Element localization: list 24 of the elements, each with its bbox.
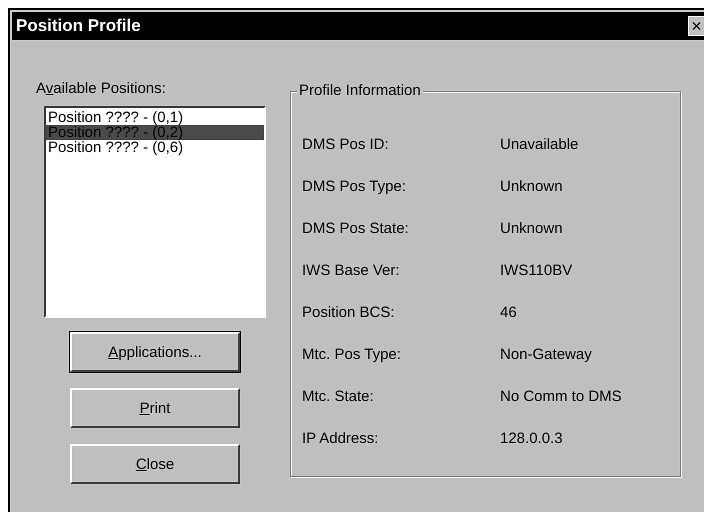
dialog-button[interactable]: Print xyxy=(70,388,240,428)
field-value: Unknown xyxy=(500,178,563,196)
field-label: Position BCS: xyxy=(302,304,396,322)
window-title: Position Profile xyxy=(15,16,141,36)
field-value: No Comm to DMS xyxy=(500,388,622,406)
field-label: DMS Pos ID: xyxy=(302,136,390,154)
list-item[interactable]: Position ???? - (0,6) xyxy=(46,140,264,155)
dialog-button[interactable]: Close xyxy=(70,444,240,484)
close-button[interactable]: × xyxy=(688,16,704,36)
field-label: DMS Pos Type: xyxy=(302,178,407,196)
field-value: 128.0.0.3 xyxy=(500,430,563,448)
field-value: 46 xyxy=(500,304,517,322)
field-label: Mtc. State: xyxy=(302,388,375,406)
field-value: IWS110BV xyxy=(500,262,572,280)
field-label: Mtc. Pos Type: xyxy=(302,346,402,364)
field-value: Unknown xyxy=(500,220,563,238)
field-label: IWS Base Ver: xyxy=(302,262,401,280)
list-item[interactable]: Position ???? - (0,1) xyxy=(46,110,264,125)
list-label: Available Positions: xyxy=(36,80,167,98)
field-label: DMS Pos State: xyxy=(302,220,410,238)
field-value: Non-Gateway xyxy=(500,346,592,364)
field-label: IP Address: xyxy=(302,430,380,448)
field-value: Unavailable xyxy=(500,136,578,154)
dialog-button[interactable]: Applications... xyxy=(70,332,240,372)
